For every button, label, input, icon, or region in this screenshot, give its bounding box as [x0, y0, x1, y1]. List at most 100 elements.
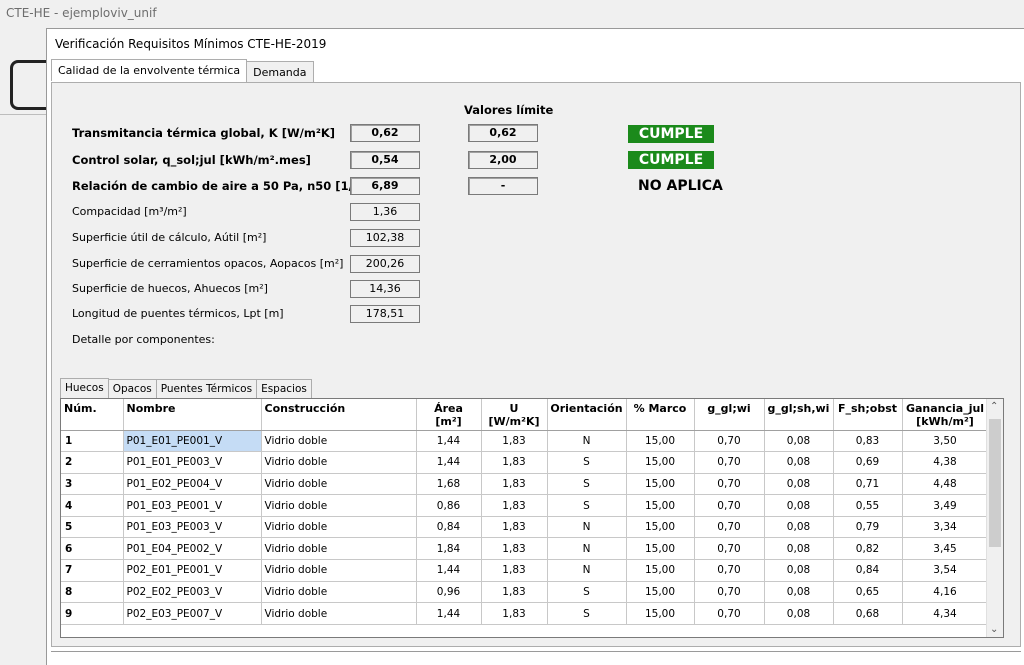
table-cell[interactable]: 4,16: [902, 581, 989, 604]
table-cell[interactable]: 7: [61, 559, 124, 582]
table-cell[interactable]: P01_E03_PE003_V: [123, 516, 262, 539]
table-cell[interactable]: 3,45: [902, 537, 989, 561]
table-cell[interactable]: 3: [61, 473, 124, 496]
table-scrollbar[interactable]: ⌃ ⌄: [986, 399, 1003, 637]
table-cell[interactable]: S: [547, 473, 627, 496]
table-cell[interactable]: 1,83: [481, 537, 548, 561]
table-cell[interactable]: P01_E02_PE004_V: [123, 473, 262, 496]
table-cell[interactable]: 0,96: [416, 581, 482, 604]
table-row[interactable]: 1 P01_E01_PE001_V Vidrio doble 1,44 1,83 N 15,…: [61, 430, 989, 453]
table-cell[interactable]: 0,08: [764, 473, 834, 496]
table-row[interactable]: 4 P01_E03_PE001_V Vidrio doble 0,86 1,83 S 15,…: [61, 494, 989, 517]
table-cell[interactable]: 4,38: [902, 451, 989, 474]
table-cell[interactable]: 0,70: [694, 430, 765, 453]
table-cell[interactable]: N: [547, 559, 627, 582]
table-cell[interactable]: 2: [61, 451, 124, 474]
table-row[interactable]: 6 P01_E04_PE002_V Vidrio doble 1,84 1,83 N 15,…: [61, 537, 989, 561]
table-cell[interactable]: S: [547, 494, 627, 517]
column-header[interactable]: g_gl;wi: [694, 399, 765, 431]
table-cell[interactable]: 3,54: [902, 559, 989, 582]
table-cell[interactable]: 0,08: [764, 602, 834, 625]
table-cell[interactable]: P01_E01_PE003_V: [123, 451, 262, 474]
table-cell[interactable]: S: [547, 602, 627, 625]
table-cell[interactable]: 0,70: [694, 537, 765, 561]
table-row[interactable]: 7 P02_E01_PE001_V Vidrio doble 1,44 1,83 N 15,…: [61, 559, 989, 582]
table-cell[interactable]: 0,70: [694, 559, 765, 582]
table-cell[interactable]: 15,00: [626, 537, 695, 561]
tab-opacos[interactable]: Opacos: [107, 379, 157, 399]
table-cell[interactable]: 0,71: [833, 473, 903, 496]
table-cell[interactable]: 3,34: [902, 516, 989, 539]
table-cell[interactable]: 3,49: [902, 494, 989, 517]
table-cell[interactable]: 0,70: [694, 602, 765, 625]
tab-envolvente[interactable]: Calidad de la envolvente térmica: [51, 59, 248, 81]
table-cell[interactable]: 1,83: [481, 581, 548, 604]
table-cell[interactable]: 0,84: [833, 559, 903, 582]
table-cell[interactable]: 0,70: [694, 581, 765, 604]
table-cell[interactable]: Vidrio doble: [261, 537, 417, 561]
table-cell[interactable]: 4,48: [902, 473, 989, 496]
table-cell[interactable]: Vidrio doble: [261, 602, 417, 625]
table-cell[interactable]: 0,55: [833, 494, 903, 517]
table-cell[interactable]: 0,08: [764, 494, 834, 517]
table-cell[interactable]: 15,00: [626, 430, 695, 453]
table-row[interactable]: 3 P01_E02_PE004_V Vidrio doble 1,68 1,83 S 15,…: [61, 473, 989, 496]
table-cell[interactable]: 0,69: [833, 451, 903, 474]
column-header[interactable]: Núm.: [61, 399, 124, 431]
table-cell[interactable]: P02_E02_PE003_V: [123, 581, 262, 604]
table-cell[interactable]: 0,79: [833, 516, 903, 539]
table-cell[interactable]: 4,34: [902, 602, 989, 625]
tab-espacios[interactable]: Espacios: [256, 379, 312, 399]
table-cell[interactable]: 0,86: [416, 494, 482, 517]
table-row[interactable]: 2 P01_E01_PE003_V Vidrio doble 1,44 1,83 S 15,…: [61, 451, 989, 474]
table-cell[interactable]: 4: [61, 494, 124, 517]
table-cell[interactable]: Vidrio doble: [261, 430, 417, 453]
table-cell[interactable]: 8: [61, 581, 124, 604]
tab-puentes-termicos[interactable]: Puentes Térmicos: [155, 379, 258, 399]
table-cell[interactable]: N: [547, 516, 627, 539]
table-cell[interactable]: 1,68: [416, 473, 482, 496]
table-cell[interactable]: P01_E04_PE002_V: [123, 537, 262, 561]
column-header[interactable]: Ganancia_jul [kWh/m²]: [902, 399, 989, 431]
table-cell[interactable]: P02_E03_PE007_V: [123, 602, 262, 625]
table-cell[interactable]: 1,84: [416, 537, 482, 561]
table-cell[interactable]: 0,84: [416, 516, 482, 539]
column-header[interactable]: % Marco: [626, 399, 695, 431]
column-header[interactable]: Nombre: [123, 399, 262, 431]
chevron-up-icon[interactable]: ⌃: [990, 401, 998, 412]
table-cell[interactable]: 0,08: [764, 581, 834, 604]
table-cell[interactable]: Vidrio doble: [261, 559, 417, 582]
tab-huecos[interactable]: Huecos: [60, 378, 109, 398]
table-cell[interactable]: P01_E01_PE001_V: [123, 430, 262, 453]
table-cell[interactable]: Vidrio doble: [261, 516, 417, 539]
table-cell[interactable]: 15,00: [626, 451, 695, 474]
table-cell[interactable]: 1,44: [416, 451, 482, 474]
table-cell[interactable]: 0,08: [764, 516, 834, 539]
table-cell[interactable]: S: [547, 451, 627, 474]
table-cell[interactable]: 5: [61, 516, 124, 539]
table-cell[interactable]: 9: [61, 602, 124, 625]
table-cell[interactable]: 15,00: [626, 516, 695, 539]
column-header[interactable]: Área [m²]: [416, 399, 482, 431]
column-header[interactable]: U [W/m²K]: [481, 399, 548, 431]
table-cell[interactable]: 0,70: [694, 451, 765, 474]
table-cell[interactable]: P02_E01_PE001_V: [123, 559, 262, 582]
column-header[interactable]: Construcción: [261, 399, 417, 431]
chevron-down-icon[interactable]: ⌄: [990, 624, 998, 635]
table-row[interactable]: 5 P01_E03_PE003_V Vidrio doble 0,84 1,83 N 15,…: [61, 516, 989, 539]
table-cell[interactable]: 1,83: [481, 430, 548, 453]
table-cell[interactable]: 0,83: [833, 430, 903, 453]
table-cell[interactable]: 1,44: [416, 602, 482, 625]
table-cell[interactable]: 15,00: [626, 581, 695, 604]
table-cell[interactable]: 0,65: [833, 581, 903, 604]
column-header[interactable]: Orientación: [547, 399, 627, 431]
table-cell[interactable]: 1: [61, 430, 124, 453]
table-cell[interactable]: N: [547, 537, 627, 561]
tab-demanda[interactable]: Demanda: [246, 61, 314, 83]
table-cell[interactable]: N: [547, 430, 627, 453]
table-cell[interactable]: 15,00: [626, 473, 695, 496]
table-cell[interactable]: 1,83: [481, 559, 548, 582]
table-cell[interactable]: S: [547, 581, 627, 604]
table-cell[interactable]: 1,83: [481, 602, 548, 625]
table-cell[interactable]: 0,70: [694, 516, 765, 539]
